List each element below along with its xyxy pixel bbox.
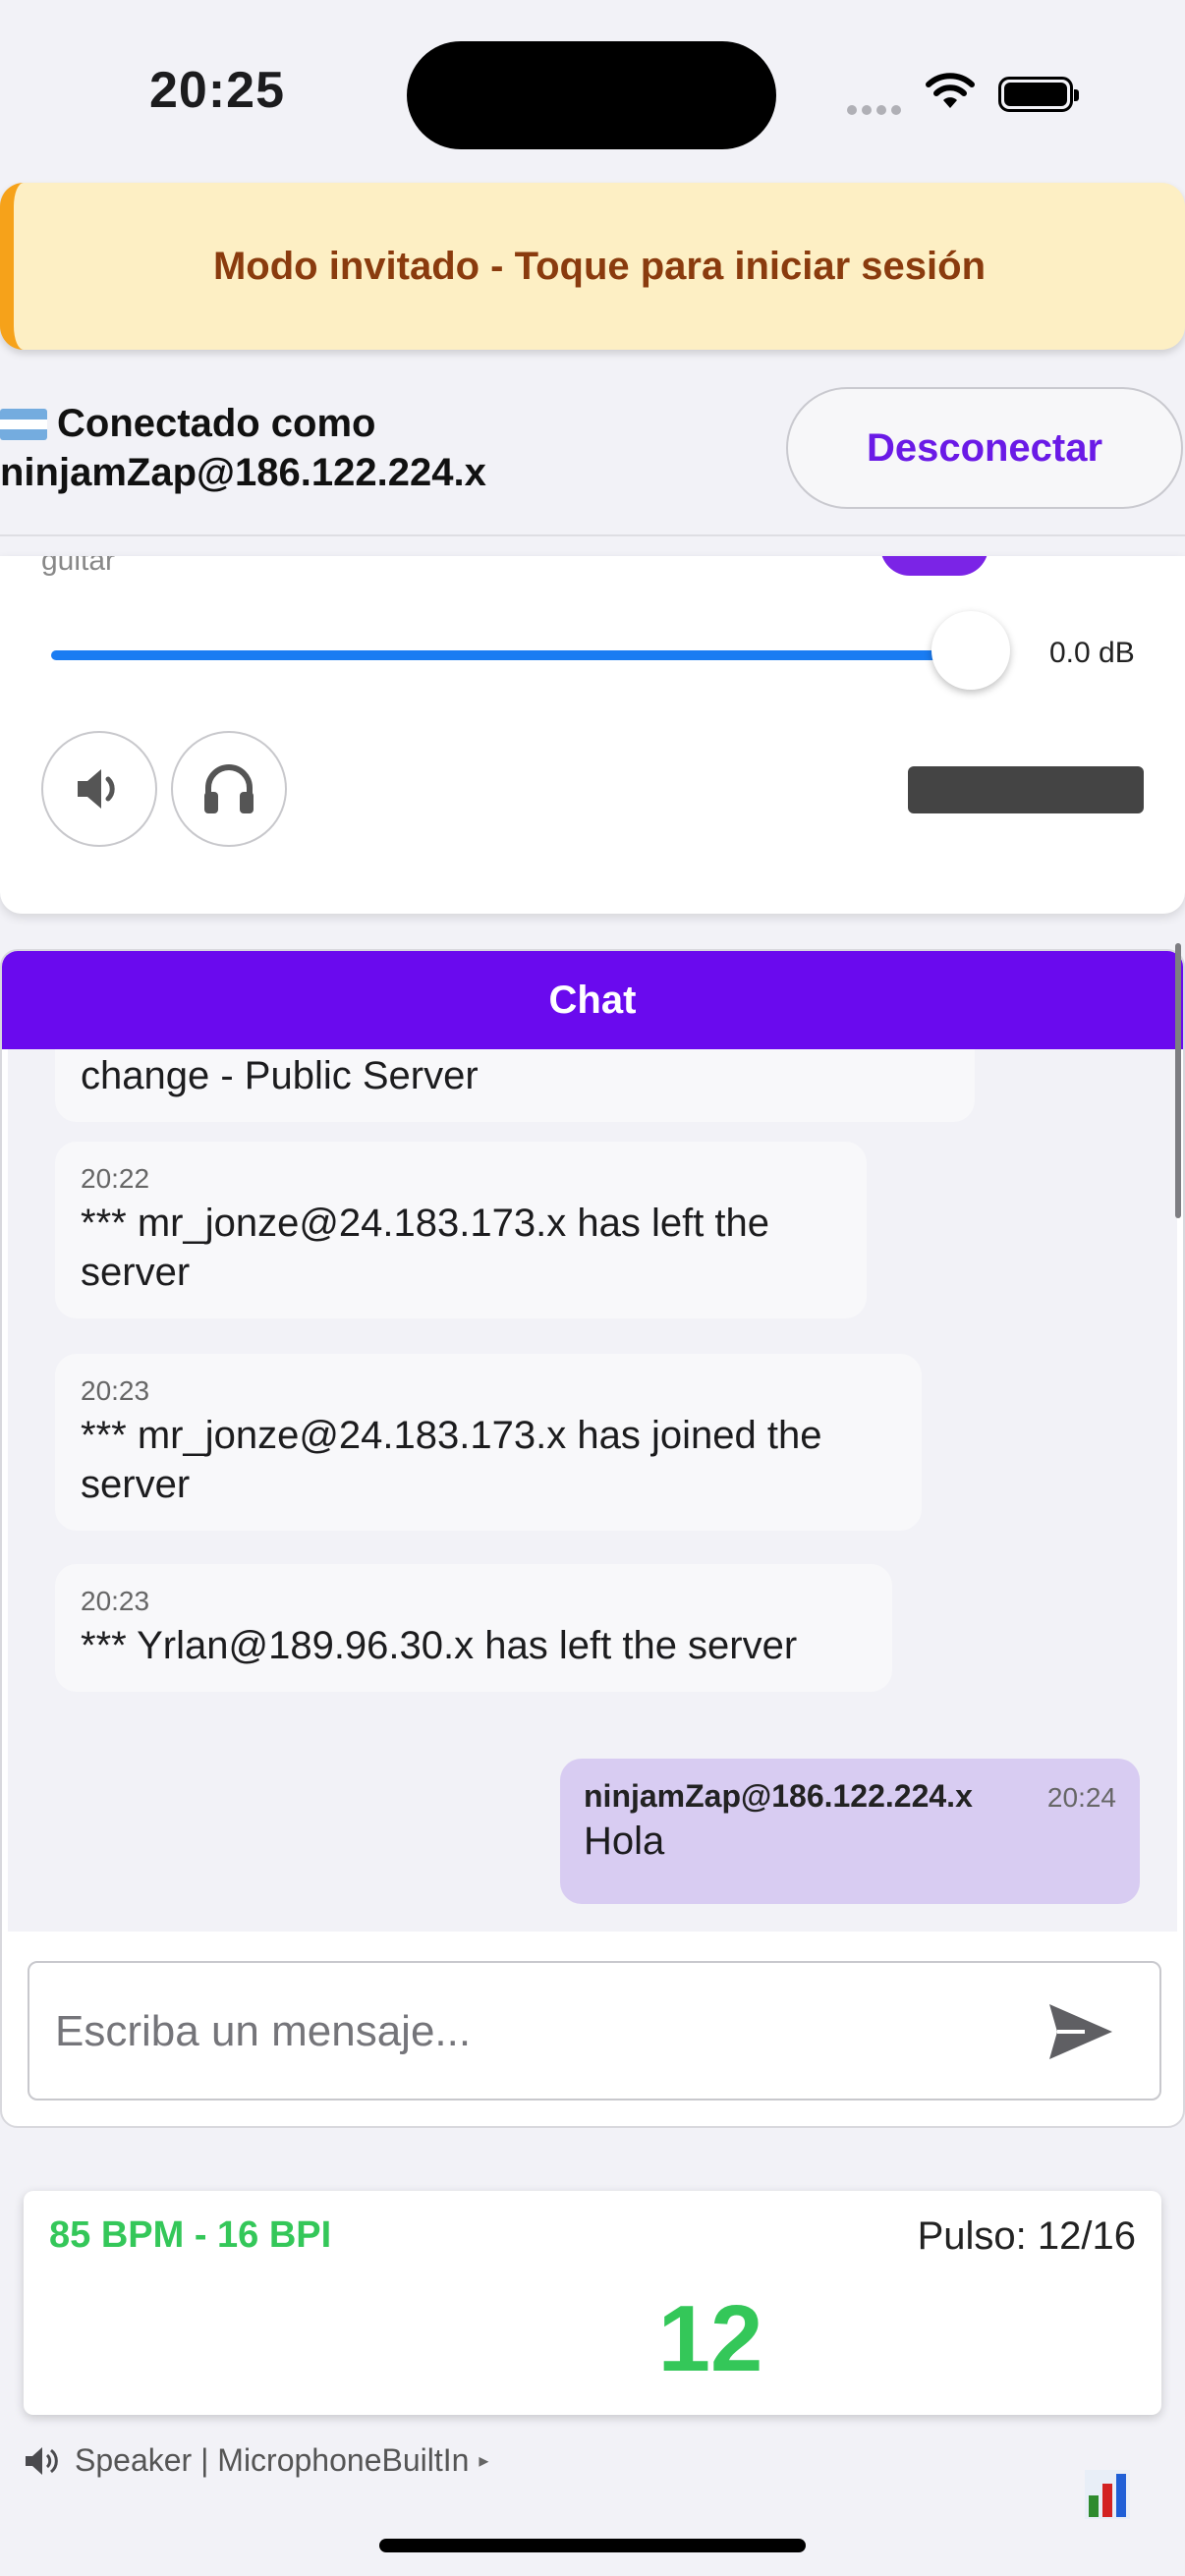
- speaker-button[interactable]: [41, 731, 157, 847]
- chat-message: 20:23 *** Yrlan@189.96.30.x has left the…: [55, 1564, 892, 1692]
- speaker-icon: [26, 2446, 58, 2475]
- message-sender: ninjamZap@186.122.224.x: [584, 1778, 973, 1814]
- wifi-icon: [926, 73, 975, 108]
- volume-db-value: 0.0 dB: [1049, 637, 1135, 669]
- pulse-label: Pulso: 12/16: [917, 2214, 1136, 2258]
- track-name: guitar: [41, 556, 116, 577]
- connection-user: ninjamZap@186.122.224.x: [0, 451, 486, 494]
- bar-chart-icon[interactable]: [1085, 2470, 1130, 2519]
- volume-slider[interactable]: [51, 650, 971, 660]
- message-text: *** mr_jonze@24.183.173.x has joined the…: [81, 1414, 822, 1506]
- message-time: 20:23: [81, 1375, 150, 1406]
- audio-route-text: Speaker | MicrophoneBuiltIn: [75, 2442, 470, 2478]
- message-text: *** mr_jonze@24.183.173.x has left the s…: [81, 1202, 770, 1294]
- send-icon[interactable]: [1045, 2000, 1116, 2063]
- page-scrollbar[interactable]: [1175, 943, 1181, 1218]
- volume-slider-thumb[interactable]: [931, 611, 1010, 690]
- tempo-label: 85 BPM - 16 BPI: [49, 2214, 332, 2256]
- chat-panel: Chat *** Topic is: 8 slots server - !vot…: [0, 949, 1185, 2128]
- disconnect-button[interactable]: Desconectar: [786, 387, 1183, 509]
- headphones-button[interactable]: [171, 731, 287, 847]
- message-text: *** Topic is: 8 slots server - !vote bpi…: [81, 1054, 479, 1097]
- connection-label: Conectado como: [57, 402, 376, 445]
- argentina-flag-icon: [0, 409, 47, 440]
- beat-number: 12: [657, 2286, 763, 2391]
- metronome-card: 85 BPM - 16 BPI Pulso: 12/16 12: [24, 2191, 1161, 2415]
- headphones-icon: [204, 764, 254, 813]
- chat-messages[interactable]: *** Topic is: 8 slots server - !vote bpi…: [8, 1049, 1177, 1932]
- chat-message: 20:23 *** mr_jonze@24.183.173.x has join…: [55, 1354, 922, 1531]
- connection-row: Conectado como ninjamZap@186.122.224.x D…: [0, 369, 1185, 536]
- battery-icon: [998, 77, 1079, 112]
- track-toggle[interactable]: [880, 556, 988, 576]
- chat-title: Chat: [2, 951, 1183, 1049]
- dynamic-island: [407, 41, 776, 149]
- message-input[interactable]: [53, 1963, 1040, 2100]
- message-time: 20:24: [1046, 1782, 1116, 1813]
- guest-mode-banner[interactable]: Modo invitado - Toque para iniciar sesió…: [0, 183, 1185, 350]
- message-time: 20:22: [81, 1163, 150, 1194]
- signal-dots-icon: [847, 102, 906, 120]
- level-meter: [908, 766, 1144, 813]
- speaker-icon: [78, 769, 115, 809]
- message-time: 20:23: [81, 1586, 150, 1616]
- own-chat-message: ninjamZap@186.122.224.x 20:24 Hola: [560, 1759, 1140, 1904]
- track-card: guitar 0.0 dB: [0, 556, 1185, 914]
- guest-banner-text: Modo invitado - Toque para iniciar sesió…: [212, 244, 986, 288]
- status-time: 20:25: [149, 62, 285, 119]
- message-text: *** Yrlan@189.96.30.x has left the serve…: [81, 1624, 798, 1667]
- home-indicator: [379, 2539, 806, 2552]
- chevron-right-icon: ▸: [479, 2450, 489, 2472]
- chat-message: *** Topic is: 8 slots server - !vote bpi…: [55, 1049, 975, 1122]
- connection-status: Conectado como ninjamZap@186.122.224.x: [0, 399, 486, 497]
- message-text: Hola: [584, 1820, 665, 1863]
- audio-route[interactable]: Speaker | MicrophoneBuiltIn ▸: [24, 2442, 488, 2479]
- status-bar: 20:25: [0, 0, 1185, 177]
- message-input-box: [28, 1961, 1161, 2100]
- chat-message: 20:22 *** mr_jonze@24.183.173.x has left…: [55, 1142, 867, 1318]
